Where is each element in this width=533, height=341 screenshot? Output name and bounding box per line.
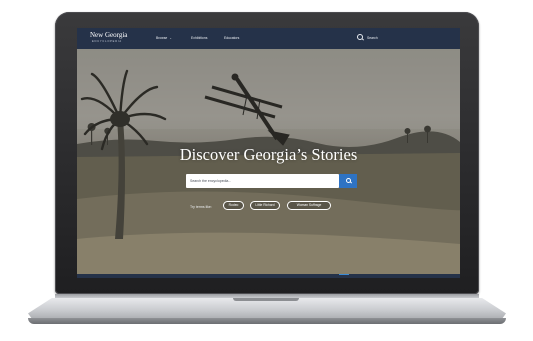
site-logo-title[interactable]: New Georgia [90,31,127,39]
laptop-screen: New Georgia ENCYCLOPEDIA Browse ⌄ Exhibit… [77,28,460,278]
nav-item-educators[interactable]: Educators [224,36,239,40]
hero-banner: Discover Georgia’s Stories Search the en… [77,49,460,274]
search-icon[interactable] [357,34,363,40]
laptop-base-edge [28,318,506,324]
nav-item-exhibitions[interactable]: Exhibitions [191,36,207,40]
suggestion-chip-woman-suffrage[interactable]: Woman Suffrage [287,201,331,210]
hero-search-button[interactable] [339,174,357,188]
scroll-indicator [339,274,349,276]
search-icon [345,178,351,184]
site-header: New Georgia ENCYCLOPEDIA Browse ⌄ Exhibit… [77,28,460,49]
nav-search-link[interactable]: Search [367,36,378,40]
nav-item-label: Browse [156,36,168,40]
suggestion-chip-rodeo[interactable]: Rodeo [223,201,244,210]
chevron-down-icon: ⌄ [169,36,172,40]
laptop-open-notch [233,298,299,301]
laptop-base [28,298,506,320]
page-footer-strip [77,274,460,278]
laptop-mockup: New Georgia ENCYCLOPEDIA Browse ⌄ Exhibit… [0,0,533,341]
hero-title: Discover Georgia’s Stories [179,145,358,164]
suggestions-label: Try terms like: [190,205,212,209]
hero-search-input[interactable]: Search the encyclopedia... [186,174,339,188]
site-logo-subtitle: ENCYCLOPEDIA [92,40,122,43]
suggestion-chip-little-richard[interactable]: Little Richard [250,201,280,210]
search-placeholder: Search the encyclopedia... [190,178,232,183]
nav-item-browse[interactable]: Browse ⌄ [156,36,172,40]
